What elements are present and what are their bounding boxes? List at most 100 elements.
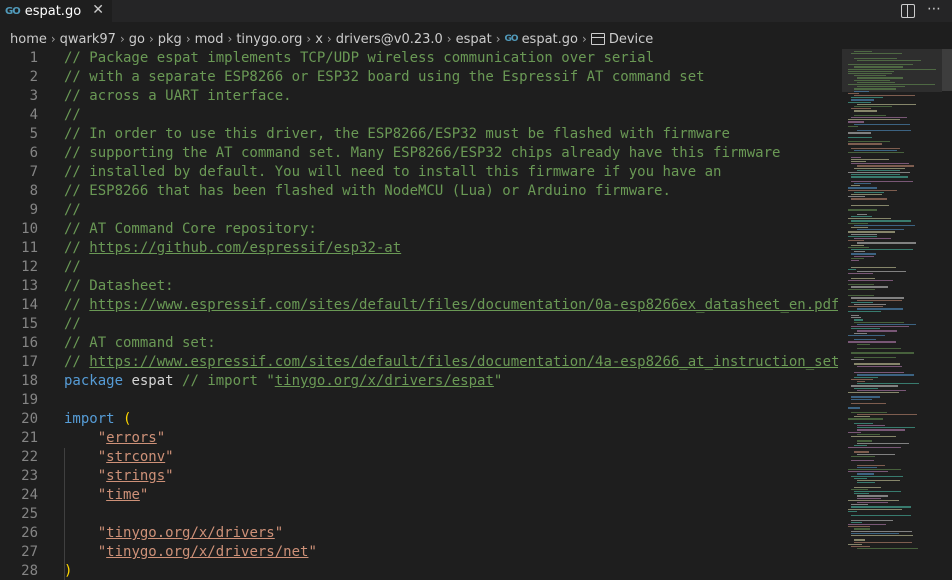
minimap-line (851, 398, 873, 400)
minimap-line (857, 343, 871, 345)
minimap-line (857, 229, 904, 231)
minimap-line (857, 103, 916, 106)
code-line[interactable]: 10 // AT Command Core repository: (0, 220, 838, 239)
minimap-line (857, 433, 880, 436)
minimap-line (854, 51, 872, 53)
code-line[interactable]: 5 // In order to use this driver, the ESP… (0, 125, 838, 144)
minimap-line (851, 546, 870, 548)
minimap-line (854, 376, 879, 378)
code-text: package espat // import "tinygo.org/x/dr… (64, 372, 502, 391)
minimap-line (848, 306, 884, 308)
code-token-strlink[interactable]: tinygo.org/x/drivers/net (106, 544, 308, 560)
line-number: 17 (21, 354, 38, 370)
code-token-strlink[interactable]: tinygo.org/x/drivers (106, 525, 275, 541)
code-line[interactable]: 26 "tinygo.org/x/drivers" (0, 524, 838, 543)
minimap-line (851, 97, 884, 99)
code-line[interactable]: 2 // with a separate ESP8266 or ESP32 boa… (0, 68, 838, 87)
minimap-line (848, 471, 888, 473)
minimap[interactable] (842, 49, 942, 580)
minimap-line (854, 224, 916, 227)
code-text: // Datasheet: (64, 277, 174, 296)
minimap-line (848, 187, 878, 189)
minimap-line (857, 480, 901, 482)
breadcrumb-file[interactable]: espat.go (522, 32, 578, 47)
code-token-strlink[interactable]: strconv (106, 449, 165, 465)
minimap-line (848, 418, 883, 420)
code-line[interactable]: 6 // supporting the AT command set. Many … (0, 144, 838, 163)
minimap-line (851, 385, 898, 387)
code-line[interactable]: 20 import ( (0, 410, 838, 429)
breadcrumb-item[interactable]: espat (456, 32, 492, 47)
minimap-line (854, 255, 874, 257)
code-text: // (64, 315, 81, 334)
line-number: 12 (21, 259, 38, 275)
code-line[interactable]: 21 "errors" (0, 429, 838, 448)
minimap-line (851, 117, 907, 119)
minimap-line (851, 488, 868, 491)
code-line[interactable]: 17 // https://www.espressif.com/sites/def… (0, 353, 838, 372)
code-line[interactable]: 13 // Datasheet: (0, 277, 838, 296)
breadcrumb-symbol[interactable]: Device (609, 32, 653, 47)
breadcrumb-item[interactable]: go (129, 32, 145, 47)
breadcrumb-item[interactable]: mod (195, 32, 224, 47)
minimap-line (851, 535, 913, 537)
code-line[interactable]: 12 // (0, 258, 838, 277)
scrollbar-thumb[interactable] (942, 49, 952, 91)
more-actions-icon[interactable]: ⋯ (927, 2, 942, 18)
code-token-link[interactable]: tinygo.org/x/drivers/espat (275, 373, 494, 389)
code-line[interactable]: 11 // https://github.com/espressif/esp32-… (0, 239, 838, 258)
code-token-strlink[interactable]: errors (106, 430, 157, 446)
breadcrumb-item[interactable]: pkg (158, 32, 182, 47)
split-editor-icon[interactable] (901, 4, 915, 18)
breadcrumb-item[interactable]: drivers@v0.23.0 (336, 32, 443, 47)
code-editor[interactable]: 1 // Package espat implements TCP/UDP wir… (0, 49, 838, 580)
code-line[interactable]: 24 "time" (0, 486, 838, 505)
editor-actions: ⋯ (901, 2, 942, 18)
code-token-link[interactable]: https://www.espressif.com/sites/default/… (89, 354, 838, 370)
code-token-strlink[interactable]: time (106, 487, 140, 503)
minimap-line (854, 110, 877, 112)
code-token-link[interactable]: https://github.com/espressif/esp32-at (89, 240, 401, 256)
code-token-str: " (97, 544, 107, 560)
minimap-line (848, 268, 857, 271)
minimap-line (851, 352, 914, 354)
code-token-strlink[interactable]: strings (106, 468, 165, 484)
code-line[interactable]: 28) (0, 562, 838, 580)
minimap-line (851, 227, 868, 229)
code-line[interactable]: 16 // AT command set: (0, 334, 838, 353)
code-line[interactable]: 7 // installed by default. You will need … (0, 163, 838, 182)
minimap-line (857, 548, 919, 550)
close-icon[interactable]: ✕ (92, 2, 104, 18)
minimap-line (857, 442, 910, 444)
breadcrumb-item[interactable]: qwark97 (60, 32, 116, 47)
code-line[interactable]: 14 // https://www.espressif.com/sites/def… (0, 296, 838, 315)
code-line[interactable]: 25 (0, 505, 838, 524)
code-line[interactable]: 4 // (0, 106, 838, 125)
code-line[interactable]: 23 "strings" (0, 467, 838, 486)
minimap-line (851, 521, 862, 524)
minimap-line (851, 506, 911, 508)
code-line[interactable]: 8 // ESP8266 that has been flashed with N… (0, 182, 838, 201)
minimap-line (848, 341, 896, 343)
breadcrumb-item[interactable]: tinygo.org (236, 32, 302, 47)
code-line[interactable]: 9 // (0, 201, 838, 220)
code-line[interactable]: 1 // Package espat implements TCP/UDP wir… (0, 49, 838, 68)
code-line[interactable]: 18 package espat // import "tinygo.org/x/… (0, 372, 838, 391)
code-line[interactable]: 22 "strconv" (0, 448, 838, 467)
minimap-line (857, 299, 902, 301)
minimap-line (854, 444, 868, 447)
code-line[interactable]: 15 // (0, 315, 838, 334)
minimap-line (848, 392, 900, 394)
code-line[interactable]: 19 (0, 391, 838, 410)
code-text: // https://www.espressif.com/sites/defau… (64, 353, 838, 372)
code-line[interactable]: 3 // across a UART interface. (0, 87, 838, 106)
minimap-line (851, 315, 859, 317)
breadcrumb-item[interactable]: home (10, 32, 47, 47)
code-token-ident: espat (123, 373, 183, 389)
vertical-scrollbar[interactable] (942, 49, 952, 580)
code-token-link[interactable]: https://www.espressif.com/sites/default/… (89, 297, 838, 313)
breadcrumb-item[interactable]: x (315, 32, 323, 47)
code-line[interactable]: 27 "tinygo.org/x/drivers/net" (0, 543, 838, 562)
code-token-cmt: // (64, 316, 81, 332)
tab-espat-go[interactable]: GO espat.go ✕ (0, 0, 112, 22)
